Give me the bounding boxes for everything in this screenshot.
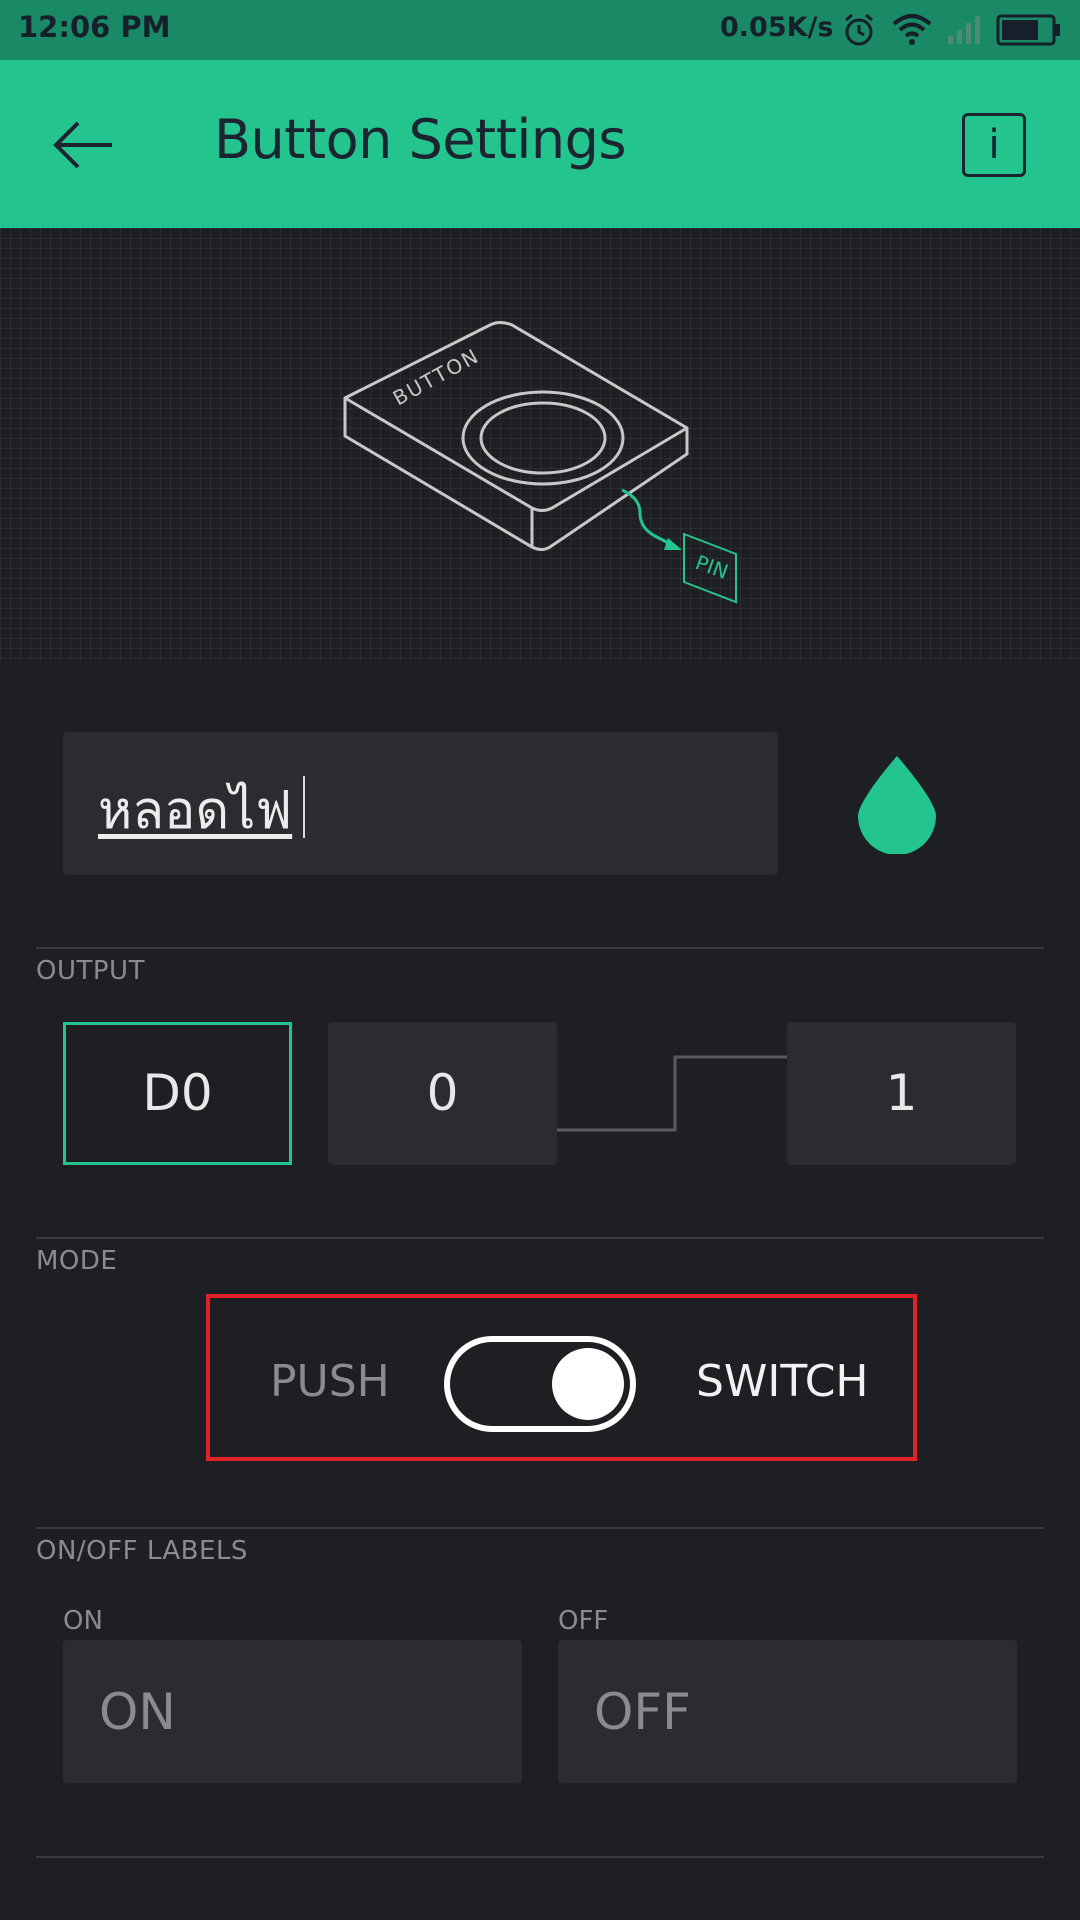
divider — [36, 947, 1044, 949]
switch-mode-label[interactable]: SWITCH — [696, 1356, 869, 1407]
info-button[interactable]: i — [962, 113, 1026, 177]
toggle-knob[interactable] — [552, 1348, 624, 1420]
button-device-icon: BUTTON PIN — [343, 321, 737, 604]
divider — [36, 1856, 1044, 1858]
widget-name-text: หลอดไฟ — [98, 781, 293, 841]
mode-section-label: MODE — [36, 1246, 118, 1276]
high-value-input[interactable]: 1 — [787, 1022, 1016, 1165]
off-label-placeholder: OFF — [594, 1683, 691, 1741]
on-label-placeholder: ON — [99, 1683, 176, 1741]
back-arrow-icon[interactable] — [48, 115, 118, 175]
pin-label: PIN — [692, 550, 731, 584]
low-value-input[interactable]: 0 — [328, 1022, 557, 1165]
status-time: 12:06 PM — [18, 10, 171, 44]
on-label-caption: ON — [63, 1606, 103, 1636]
off-label-caption: OFF — [558, 1606, 609, 1636]
text-cursor — [303, 776, 305, 838]
labels-section-label: ON/OFF LABELS — [36, 1536, 248, 1566]
signal-icon — [948, 16, 980, 44]
divider — [36, 1237, 1044, 1239]
signal-step-graphic — [557, 1055, 787, 1132]
network-speed: 0.05K/s — [720, 12, 834, 43]
page-title: Button Settings — [214, 108, 627, 171]
pin-select-button[interactable]: D0 — [63, 1022, 292, 1165]
alarm-icon — [845, 13, 873, 46]
mode-toggle-switch[interactable] — [444, 1336, 636, 1432]
output-section-label: OUTPUT — [36, 956, 145, 986]
divider — [36, 1527, 1044, 1529]
wifi-icon — [892, 14, 932, 45]
push-mode-label[interactable]: PUSH — [270, 1356, 390, 1407]
battery-icon — [996, 14, 1060, 46]
widget-illustration: BUTTON PIN — [0, 228, 1080, 660]
color-drop-icon[interactable] — [856, 754, 938, 854]
